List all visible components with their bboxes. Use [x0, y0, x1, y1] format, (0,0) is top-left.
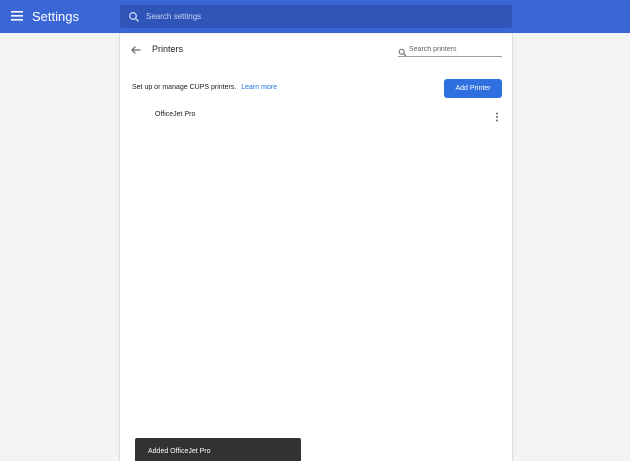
- add-printer-button[interactable]: Add Printer: [444, 79, 502, 98]
- search-icon: [398, 44, 407, 57]
- settings-search-box[interactable]: [120, 5, 512, 28]
- printers-card: Printers Set up or manage CUPS printers.…: [120, 33, 512, 461]
- toast-notification: Added OfficeJet Pro: [135, 438, 301, 461]
- app-title: Settings: [32, 9, 79, 24]
- printer-search-box[interactable]: [398, 43, 502, 57]
- menu-icon[interactable]: [10, 9, 26, 23]
- printer-list-item[interactable]: OfficeJet Pro: [132, 107, 502, 125]
- search-icon: [128, 10, 140, 22]
- arrow-back-icon[interactable]: [130, 43, 142, 55]
- printer-search-input[interactable]: [409, 43, 501, 55]
- printer-name: OfficeJet Pro: [155, 111, 196, 118]
- top-toolbar: Settings: [0, 0, 630, 33]
- more-vert-icon[interactable]: [494, 110, 500, 122]
- toast-message: Added OfficeJet Pro: [148, 448, 211, 455]
- page-title: Printers: [152, 44, 184, 54]
- description-text: Set up or manage CUPS printers.: [132, 84, 237, 91]
- settings-search-input[interactable]: [146, 8, 506, 25]
- printers-description: Set up or manage CUPS printers. Learn mo…: [132, 84, 277, 92]
- learn-more-link[interactable]: Learn more: [241, 84, 277, 91]
